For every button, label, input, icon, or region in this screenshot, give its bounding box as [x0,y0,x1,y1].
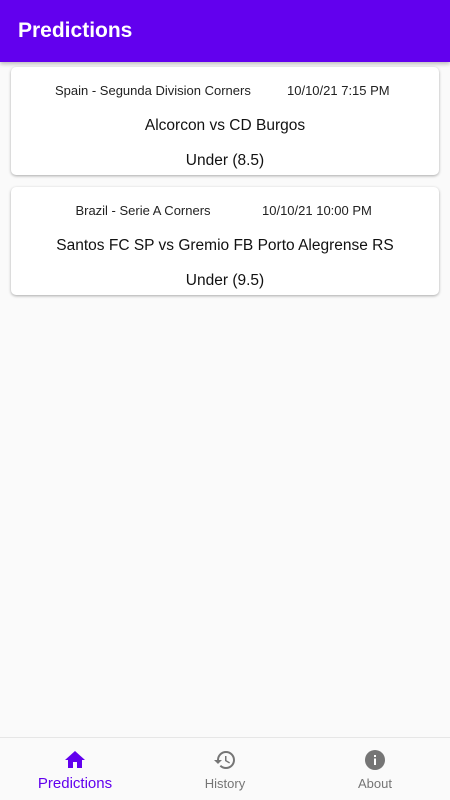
info-icon [365,750,385,770]
league-name: Brazil - Serie A Corners [75,203,211,218]
home-icon [65,751,85,768]
nav-label-predictions: Predictions [37,775,113,792]
nav-label-history: History [204,776,246,791]
bottom-navigation: Predictions History About [0,737,450,800]
history-icon [214,751,235,769]
nav-item-about[interactable]: About [300,738,450,800]
match-datetime: 10/10/21 7:15 PM [287,83,390,98]
card-header: Spain - Segunda Division Corners 10/10/2… [11,83,439,99]
nav-label-about: About [358,776,392,791]
page-title: Predictions [18,19,133,42]
prediction-value: Under (8.5) [185,152,265,169]
app-screen: Predictions Spain - Segunda Division Cor… [0,0,450,800]
nav-item-predictions[interactable]: Predictions [0,738,150,800]
match-teams: Alcorcon vs CD Burgos [144,117,306,134]
app-bar: Predictions [0,0,450,62]
match-datetime: 10/10/21 10:00 PM [262,203,372,218]
league-name: Spain - Segunda Division Corners [55,83,251,98]
match-teams: Santos FC SP vs Gremio FB Porto Alegrens… [56,237,394,254]
nav-item-history[interactable]: History [150,738,300,800]
prediction-card[interactable]: Brazil - Serie A Corners 10/10/21 10:00 … [11,187,439,295]
prediction-value: Under (9.5) [185,272,265,289]
card-header: Brazil - Serie A Corners 10/10/21 10:00 … [11,203,439,219]
prediction-card[interactable]: Spain - Segunda Division Corners 10/10/2… [11,67,439,175]
